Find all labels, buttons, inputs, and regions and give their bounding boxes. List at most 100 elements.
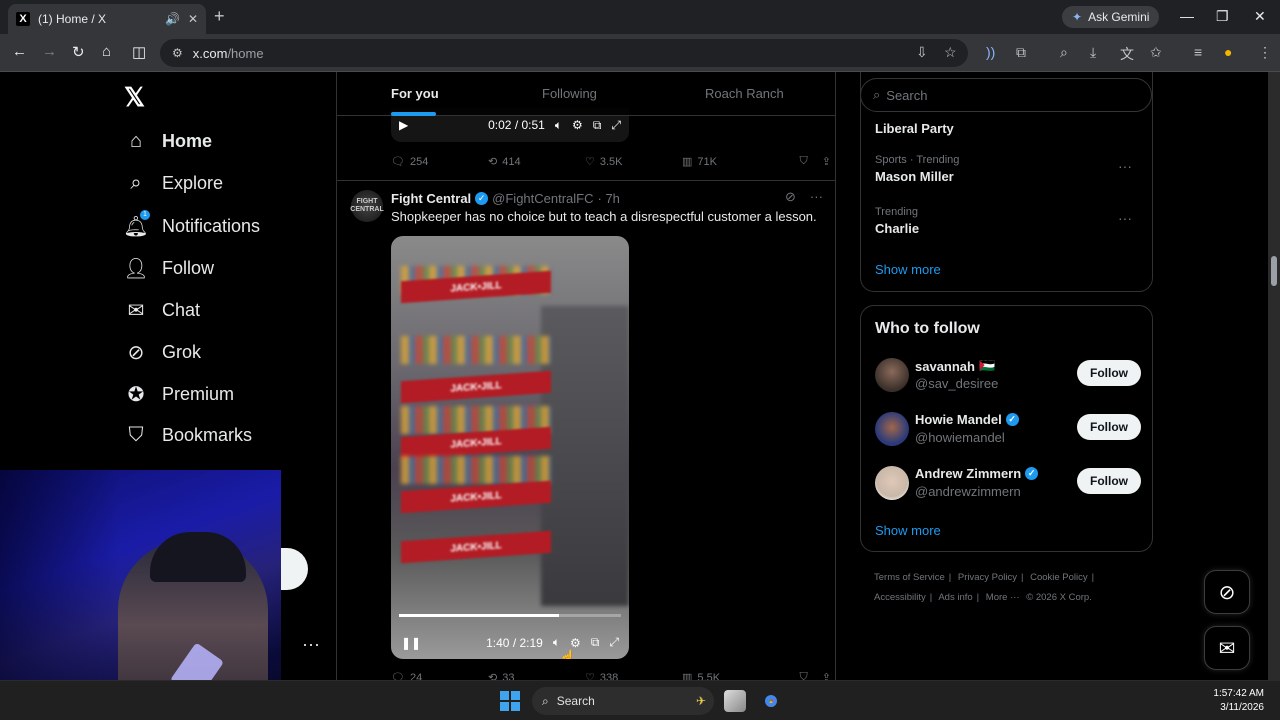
taskbar-search[interactable]: ⌕ Search ✈: [532, 687, 714, 715]
views-button[interactable]: ▥ 5.5K: [682, 671, 779, 681]
repost-button[interactable]: ⟲ 414: [488, 155, 585, 169]
trend-item[interactable]: Sports · Trending Mason Miller ···: [875, 154, 1140, 184]
search-input[interactable]: [886, 87, 1127, 103]
post-handle[interactable]: @FightCentralFC: [492, 191, 593, 206]
bookmark-icon[interactable]: ⛉: [800, 155, 808, 168]
nav-bookmarks[interactable]: ⛉ Bookmarks: [122, 424, 253, 447]
share-icon[interactable]: ⇪: [822, 155, 831, 168]
close-tab-icon[interactable]: ✕: [188, 12, 198, 26]
new-tab-icon[interactable]: +: [214, 6, 225, 27]
follow-show-more-link[interactable]: Show more: [875, 523, 941, 538]
forward-icon[interactable]: →: [42, 43, 57, 60]
tab-roach-ranch[interactable]: Roach Ranch: [705, 86, 784, 101]
views-button[interactable]: ▥ 71K: [682, 155, 779, 169]
nav-premium[interactable]: ✪ Premium: [122, 382, 234, 407]
install-app-icon[interactable]: ⇩: [916, 44, 928, 61]
post-time[interactable]: · 7h: [598, 191, 620, 206]
avatar[interactable]: [875, 466, 909, 500]
footer-link[interactable]: Privacy Policy: [958, 572, 1017, 583]
footer-link[interactable]: More ···: [986, 592, 1020, 603]
reply-button[interactable]: 🗨︎ 254: [391, 155, 488, 169]
chrome-menu-icon[interactable]: ⋮: [1258, 44, 1272, 61]
volume-icon[interactable]: 🔈︎: [555, 118, 562, 133]
home-browser-icon[interactable]: ⌂: [102, 43, 111, 60]
close-window-icon[interactable]: ✕: [1254, 8, 1266, 25]
task-view-icon[interactable]: [724, 690, 746, 712]
more-icon[interactable]: ···: [1118, 158, 1132, 174]
messages-fab-button[interactable]: ✉: [1204, 626, 1250, 670]
pause-icon[interactable]: ❚❚: [401, 636, 421, 650]
share-icon[interactable]: ⇪: [822, 671, 831, 680]
post-button[interactable]: [280, 548, 308, 590]
bookmark-star-icon[interactable]: ☆: [944, 44, 957, 61]
back-icon[interactable]: ←: [12, 43, 27, 60]
extensions-icon[interactable]: ⧉: [1016, 44, 1026, 61]
pip-icon[interactable]: ⧉: [593, 118, 602, 133]
more-icon[interactable]: ···: [810, 189, 823, 205]
footer-link[interactable]: Cookie Policy: [1030, 572, 1088, 583]
nav-grok[interactable]: ⊘ Grok: [122, 340, 201, 365]
nav-chat[interactable]: ✉ Chat: [122, 298, 200, 323]
windows-start-icon[interactable]: [500, 691, 520, 711]
lens-icon[interactable]: ⌕: [1060, 44, 1068, 61]
avatar[interactable]: [875, 412, 909, 446]
settings-icon[interactable]: ⚙: [570, 636, 581, 650]
tab-for-you[interactable]: For you: [391, 86, 439, 101]
bookmark-icon[interactable]: ⛉: [800, 671, 808, 680]
footer-link[interactable]: Ads info: [938, 592, 972, 603]
repost-button[interactable]: ⟲ 33: [488, 671, 585, 681]
trend-item[interactable]: Liberal Party: [875, 118, 1140, 136]
trend-item[interactable]: Trending Charlie ···: [875, 206, 1140, 236]
site-info-icon[interactable]: ⚙: [172, 46, 183, 60]
like-button[interactable]: ♡ 3.5K: [585, 155, 682, 169]
tab-following[interactable]: Following: [542, 86, 597, 101]
grok-icon[interactable]: ⊘: [785, 189, 796, 205]
x-logo-icon[interactable]: 𝕏: [124, 82, 145, 113]
reload-icon[interactable]: ↻: [72, 43, 85, 61]
follow-suggestion[interactable]: Andrew Zimmern ✓ @andrewzimmern Follow: [875, 464, 1141, 504]
grok-fab-button[interactable]: ⊘: [1204, 570, 1250, 614]
post-avatar[interactable]: FIGHT CENTRAL: [350, 190, 384, 222]
video-progress-bar[interactable]: [399, 614, 621, 617]
play-icon[interactable]: ▶: [399, 118, 408, 132]
avatar[interactable]: [875, 358, 909, 392]
media-icon[interactable]: )): [986, 44, 995, 60]
footer-link[interactable]: Terms of Service: [874, 572, 945, 583]
profile-avatar-icon[interactable]: ●: [1224, 44, 1232, 60]
downloads-icon[interactable]: ⤓: [1090, 44, 1096, 61]
trends-show-more-link[interactable]: Show more: [875, 262, 941, 277]
more-icon[interactable]: ···: [1118, 210, 1132, 226]
follow-suggestion[interactable]: savannah 🇵🇸 @sav_desiree Follow: [875, 356, 1141, 396]
volume-icon[interactable]: 🔈︎: [553, 635, 560, 650]
account-more-icon[interactable]: ···: [302, 634, 320, 655]
restore-icon[interactable]: ❐: [1216, 8, 1229, 25]
reading-list-icon[interactable]: ≡: [1194, 44, 1202, 60]
follow-button[interactable]: Follow: [1077, 468, 1141, 494]
system-clock[interactable]: 1:57:42 AM 3/11/2026: [1213, 687, 1264, 715]
browser-tab[interactable]: X (1) Home / X 🔊 ✕: [8, 4, 206, 34]
follow-button[interactable]: Follow: [1077, 414, 1141, 440]
chrome-taskbar-icon[interactable]: [760, 690, 782, 712]
nav-follow[interactable]: 👤︎ Follow: [122, 256, 214, 281]
settings-icon[interactable]: ⚙: [572, 118, 583, 132]
follow-button[interactable]: Follow: [1077, 360, 1141, 386]
page-scrollbar[interactable]: [1268, 72, 1280, 680]
scrollbar-thumb[interactable]: [1271, 256, 1277, 286]
minimize-icon[interactable]: —: [1180, 8, 1194, 24]
ask-gemini-button[interactable]: ✦ Ask Gemini: [1062, 6, 1160, 28]
post-author-name[interactable]: Fight Central: [391, 191, 471, 206]
reply-button[interactable]: 🗨︎ 24: [391, 671, 488, 681]
nav-notifications[interactable]: 🔔︎ 1 Notifications: [122, 210, 260, 239]
translate-icon[interactable]: 文: [1120, 44, 1134, 64]
nav-explore[interactable]: ⌕ Explore: [122, 172, 223, 195]
pip-icon[interactable]: ⧉: [591, 635, 600, 650]
favorites-icon[interactable]: ✩: [1150, 44, 1162, 61]
post-video[interactable]: JACK•JILL JACK•JILL JACK•JILL JACK•JILL …: [391, 236, 629, 659]
sidepanel-icon[interactable]: ◫: [132, 43, 146, 61]
like-button[interactable]: ♡ 338: [585, 671, 682, 681]
fullscreen-icon[interactable]: ⤢: [609, 635, 619, 650]
search-box[interactable]: ⌕: [860, 78, 1152, 112]
follow-suggestion[interactable]: Howie Mandel ✓ @howiemandel Follow: [875, 410, 1141, 450]
nav-home[interactable]: ⌂ Home: [122, 130, 212, 153]
address-bar[interactable]: ⚙ x.com/home: [160, 39, 968, 67]
